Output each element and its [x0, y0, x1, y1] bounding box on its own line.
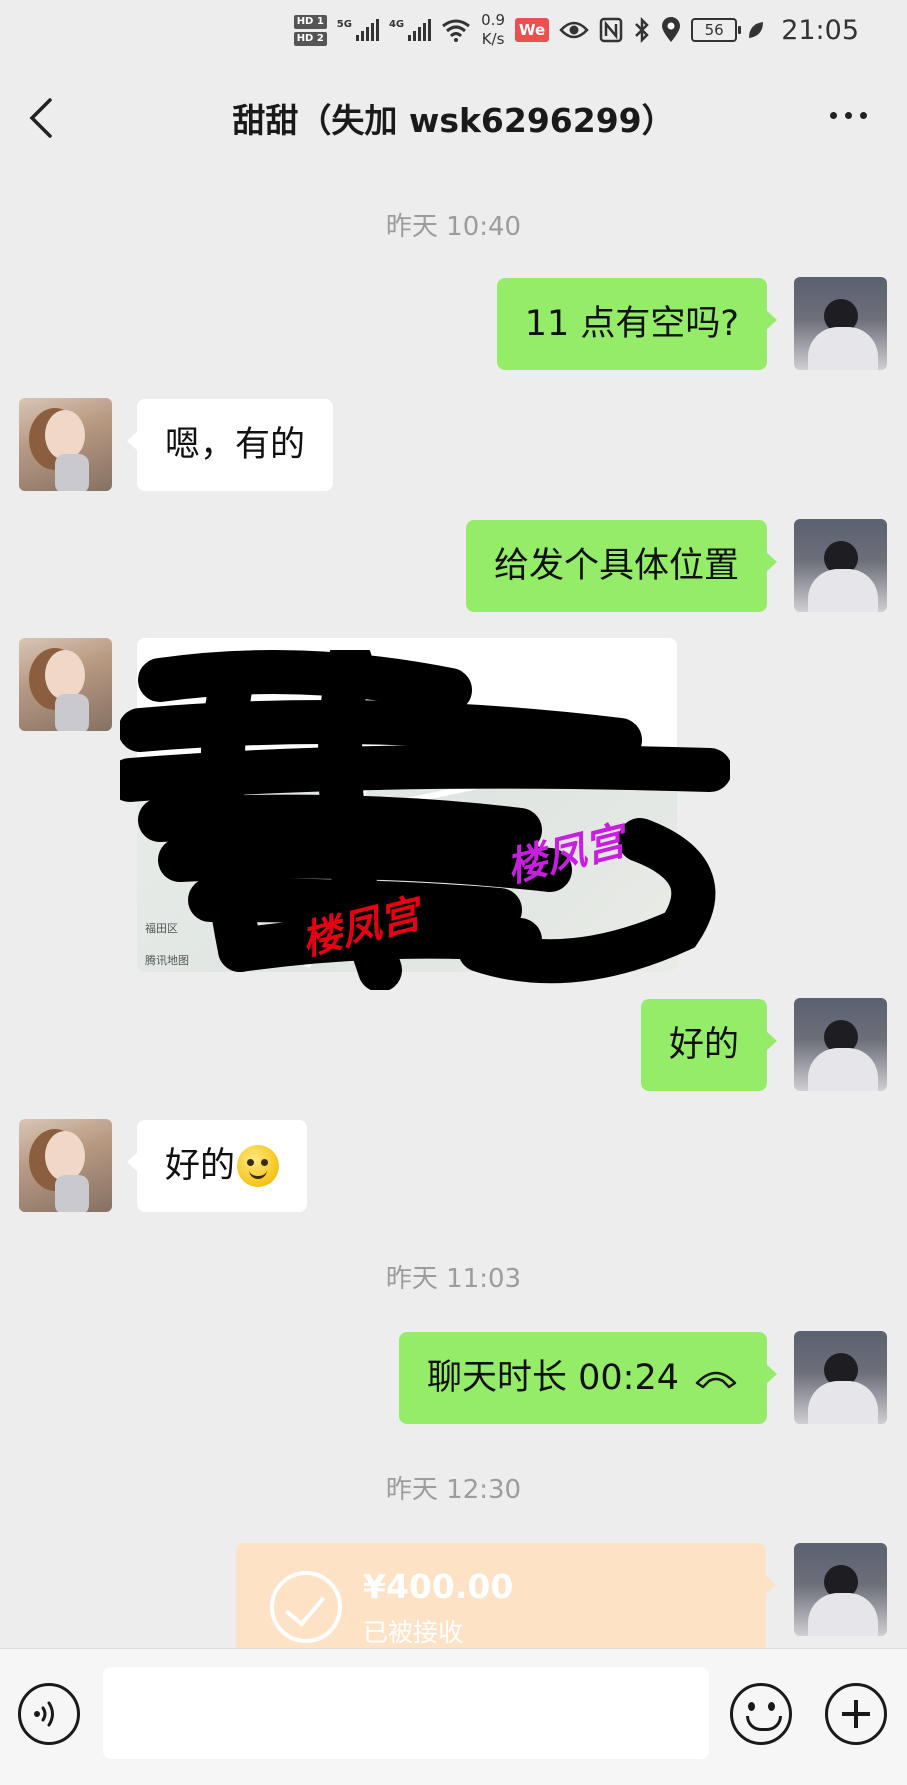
signal-5g-icon: 5G — [337, 19, 379, 41]
leaf-icon — [749, 22, 764, 38]
my-avatar[interactable] — [794, 519, 887, 612]
message-bubble-me[interactable]: 好的 — [640, 999, 778, 1091]
input-bar — [0, 1648, 907, 1785]
bluetooth-icon — [635, 17, 649, 43]
check-circle-icon — [270, 1571, 342, 1643]
map-brand-label: 腾讯地图 — [145, 954, 189, 967]
timestamp: 昨天 12:30 — [385, 1475, 522, 1505]
message-text: 嗯，有的 — [165, 425, 306, 465]
battery-level: 56 — [704, 21, 724, 39]
phone-hangup-icon — [695, 1371, 737, 1389]
speed-value: 0.9 — [481, 11, 505, 29]
message-bubble-me[interactable]: 给发个具体位置 — [465, 520, 778, 612]
transfer-status: 已被接收 — [363, 1618, 464, 1647]
chat-title: 甜甜（失加 wsk6296299） — [232, 101, 675, 140]
message-text: 给发个具体位置 — [493, 546, 739, 586]
timestamp: 昨天 11:03 — [385, 1264, 522, 1294]
hd1-label: HD 1 — [293, 14, 327, 29]
message-bubble-me[interactable]: 11 点有空吗? — [496, 278, 778, 370]
call-duration-text: 聊天时长 00:24 — [427, 1358, 679, 1398]
plus-icon[interactable] — [825, 1683, 887, 1745]
network-speed: 0.9 K/s — [481, 11, 505, 49]
more-icon[interactable] — [830, 112, 867, 119]
timestamp: 昨天 10:40 — [385, 212, 522, 242]
map-district-label: 福田区 — [145, 922, 178, 935]
we-app-icon: We — [515, 18, 550, 42]
my-avatar[interactable] — [794, 277, 887, 370]
nfc-icon — [599, 17, 623, 43]
transfer-card[interactable]: ¥400.00 已被接收 — [236, 1543, 776, 1663]
voice-icon[interactable] — [18, 1683, 80, 1745]
eye-icon — [559, 21, 589, 39]
transfer-amount: ¥400.00 — [363, 1567, 514, 1606]
location-icon — [662, 17, 681, 42]
wifi-icon — [442, 19, 471, 42]
hd-indicator: HD 1 HD 2 — [293, 14, 327, 46]
status-bar: HD 1 HD 2 5G 4G 0.9 K/s We 56 21:05 — [0, 0, 907, 60]
signal-4g-label: 4G — [388, 19, 405, 30]
message-input[interactable] — [103, 1667, 709, 1759]
status-clock: 21:05 — [781, 14, 859, 46]
chat-header: 甜甜（失加 wsk6296299） — [0, 60, 907, 170]
contact-avatar[interactable] — [19, 638, 112, 731]
message-bubble-contact[interactable]: 嗯，有的 — [126, 399, 334, 491]
contact-avatar[interactable] — [19, 1119, 112, 1212]
my-avatar[interactable] — [794, 1331, 887, 1424]
smile-emoji-icon — [237, 1145, 280, 1187]
message-text: 好的 — [165, 1146, 236, 1186]
location-address: 广东省 — [163, 721, 239, 750]
my-avatar[interactable] — [794, 998, 887, 1091]
message-text: 好的 — [668, 1025, 739, 1065]
call-record-bubble[interactable]: 聊天时长 00:24 — [399, 1332, 777, 1424]
speed-unit: K/s — [481, 30, 505, 48]
my-avatar[interactable] — [794, 1543, 887, 1636]
hd2-label: HD 2 — [293, 31, 327, 46]
message-bubble-contact[interactable]: 好的 — [126, 1120, 308, 1212]
contact-avatar[interactable] — [19, 398, 112, 491]
message-text: 11 点有空吗? — [524, 304, 739, 344]
battery-icon: 56 — [691, 18, 742, 42]
signal-5g-label: 5G — [336, 19, 352, 30]
emoji-icon[interactable] — [730, 1683, 792, 1745]
signal-4g-icon: 4G — [388, 19, 432, 41]
